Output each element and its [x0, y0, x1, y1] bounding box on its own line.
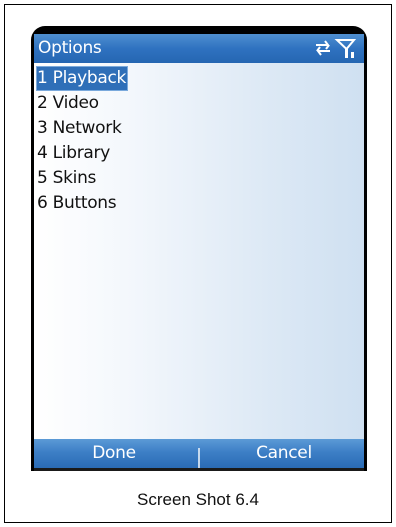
- menu-item-label: 3 Network: [37, 118, 122, 138]
- phone-screen: Options 1 Playback 2 Video 3 Network 4 L…: [34, 34, 364, 468]
- softkey-divider: [198, 448, 200, 468]
- menu-item-label: 6 Buttons: [37, 193, 117, 213]
- menu-item-video[interactable]: 2 Video: [34, 91, 364, 116]
- figure-caption: Screen Shot 6.4: [137, 490, 259, 509]
- title-bar: Options: [34, 34, 364, 63]
- cancel-softkey[interactable]: Cancel: [209, 443, 359, 463]
- sync-icon: [316, 40, 330, 56]
- options-menu: 1 Playback 2 Video 3 Network 4 Library 5…: [34, 66, 364, 216]
- softkey-bar: Done Cancel: [34, 439, 364, 468]
- menu-item-playback[interactable]: 1 Playback: [34, 66, 364, 91]
- menu-item-label: 4 Library: [37, 143, 110, 163]
- menu-item-network[interactable]: 3 Network: [34, 116, 364, 141]
- menu-item-skins[interactable]: 5 Skins: [34, 166, 364, 191]
- screen-title: Options: [38, 38, 102, 58]
- menu-item-label: 1 Playback: [36, 66, 129, 91]
- menu-item-library[interactable]: 4 Library: [34, 141, 364, 166]
- menu-item-label: 5 Skins: [37, 168, 97, 188]
- bezel-bottom-edge: [34, 468, 364, 471]
- status-icons: [310, 36, 358, 60]
- signal-icon: [334, 39, 357, 58]
- menu-item-buttons[interactable]: 6 Buttons: [34, 191, 364, 216]
- menu-item-label: 2 Video: [37, 93, 99, 113]
- done-softkey[interactable]: Done: [39, 443, 189, 463]
